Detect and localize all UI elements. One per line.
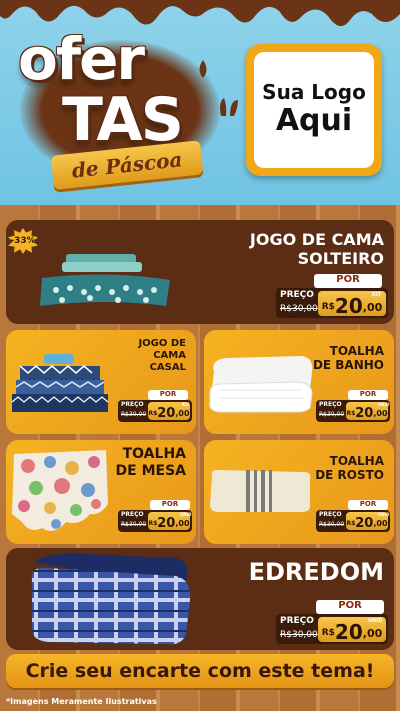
face-towel-image: [210, 470, 311, 512]
bedsheet-set-image: [40, 254, 170, 306]
currency-symbol: R$: [321, 628, 335, 638]
logo-text-line1: Sua Logo: [262, 80, 366, 105]
unit-label: UNID: [368, 618, 383, 624]
tablecloth-image: [12, 450, 108, 531]
logo-inner: Sua Logo Aqui: [254, 52, 374, 168]
currency-symbol: R$: [346, 410, 356, 417]
old-price: R$30,00: [280, 304, 318, 314]
product-title-line2: DE BANHO: [312, 358, 384, 373]
double-bedsheet-image: [11, 354, 109, 412]
product-title-line3: CASAL: [149, 362, 186, 373]
preco-label: PREÇO: [121, 511, 144, 518]
price-integer: 20: [157, 406, 176, 421]
price-integer: 20: [334, 294, 363, 318]
por-label: POR: [148, 390, 188, 400]
preco-label: PREÇO: [121, 401, 144, 408]
product-card-jogo-cama-casal[interactable]: JOGO DE CAMA CASAL POR PREÇO R$30,00 R$ …: [6, 330, 196, 434]
product-title-line1: JOGO DE: [138, 338, 186, 349]
currency-symbol: R$: [148, 520, 158, 527]
por-label: POR: [150, 500, 190, 510]
price-decimal: ,00: [362, 627, 383, 640]
price-decimal: ,00: [373, 409, 388, 418]
logo-placeholder[interactable]: Sua Logo Aqui: [246, 44, 382, 176]
old-price: R$30,00: [121, 411, 147, 418]
header-banner: ofer TAS de Páscoa Sua Logo Aqui: [0, 0, 400, 205]
price-decimal: ,00: [175, 519, 190, 528]
unit-label: UNID: [378, 512, 390, 517]
currency-symbol: R$: [346, 520, 356, 527]
product-title-line2: SOLTEIRO: [297, 249, 384, 269]
preco-label: PREÇO: [319, 401, 342, 408]
currency-symbol: R$: [148, 410, 158, 417]
product-title-line2: DE ROSTO: [315, 468, 384, 483]
unit-label: UNID: [180, 512, 192, 517]
price-integer: 20: [355, 406, 374, 421]
product-card-toalha-rosto[interactable]: TOALHA DE ROSTO POR PREÇO R$30,00 R$ 20 …: [204, 440, 394, 544]
product-title-line1: JOGO DE CAMA: [249, 230, 384, 249]
price-integer: 20: [157, 516, 176, 531]
comforter-image: [31, 553, 191, 645]
product-card-jogo-cama-solteiro[interactable]: JOGO DE CAMA SOLTEIRO POR PREÇO R$30,00 …: [6, 220, 394, 324]
price-integer: 20: [334, 620, 363, 644]
product-title-line1: TOALHA: [329, 344, 384, 358]
product-title: TOALHA DE MESA: [116, 446, 186, 480]
old-price: R$30,00: [121, 521, 147, 528]
price-decimal: ,00: [373, 519, 388, 528]
chocolate-drop-icon: [199, 60, 207, 78]
product-title: JOGO DE CAMA SOLTEIRO: [250, 230, 384, 268]
preco-label: PREÇO: [319, 511, 342, 518]
logo-text-line2: Aqui: [275, 103, 353, 139]
product-card-toalha-mesa[interactable]: TOALHA DE MESA POR PREÇO R$30,00 R$ 20 ,…: [6, 440, 196, 544]
preco-label: PREÇO: [280, 290, 314, 300]
title-tas: TAS: [62, 85, 184, 155]
disclaimer-footnote: *Imagens Meramente Ilustrativas: [6, 697, 157, 706]
product-title: TOALHA DE BANHO: [313, 344, 384, 373]
title-ofer: ofer: [18, 25, 145, 93]
product-card-edredom[interactable]: EDREDOM POR PREÇO R$30,00 R$ 20 ,00 UNID: [6, 548, 394, 650]
product-title-line2: CAMA: [153, 350, 186, 361]
old-price: R$30,00: [280, 630, 318, 640]
por-label: POR: [348, 390, 388, 400]
product-title-line1: TOALHA: [122, 446, 186, 462]
por-label: POR: [316, 600, 384, 614]
unit-label: KIT: [182, 402, 190, 407]
product-title-line2: DE MESA: [115, 462, 186, 479]
por-label: POR: [314, 274, 382, 288]
preco-label: PREÇO: [280, 616, 314, 626]
bath-towel-image: [209, 356, 313, 413]
product-title: EDREDOM: [248, 558, 384, 586]
unit-label: KIT: [372, 292, 382, 298]
old-price: R$30,00: [319, 411, 345, 418]
product-card-toalha-banho[interactable]: TOALHA DE BANHO POR PREÇO R$30,00 R$ 20 …: [204, 330, 394, 434]
currency-symbol: R$: [321, 302, 335, 312]
product-title-line1: TOALHA: [329, 454, 384, 468]
price-decimal: ,00: [362, 301, 383, 314]
price-integer: 20: [355, 516, 374, 531]
bunny-ears-icon: [220, 98, 238, 116]
price-decimal: ,00: [175, 409, 190, 418]
old-price: R$30,00: [319, 521, 345, 528]
por-label: POR: [348, 500, 388, 510]
cta-banner[interactable]: Crie seu encarte com este tema!: [6, 654, 394, 688]
product-title: TOALHA DE ROSTO: [315, 454, 384, 483]
unit-label: UNID: [378, 402, 390, 407]
product-title: JOGO DE CAMA CASAL: [138, 338, 186, 374]
